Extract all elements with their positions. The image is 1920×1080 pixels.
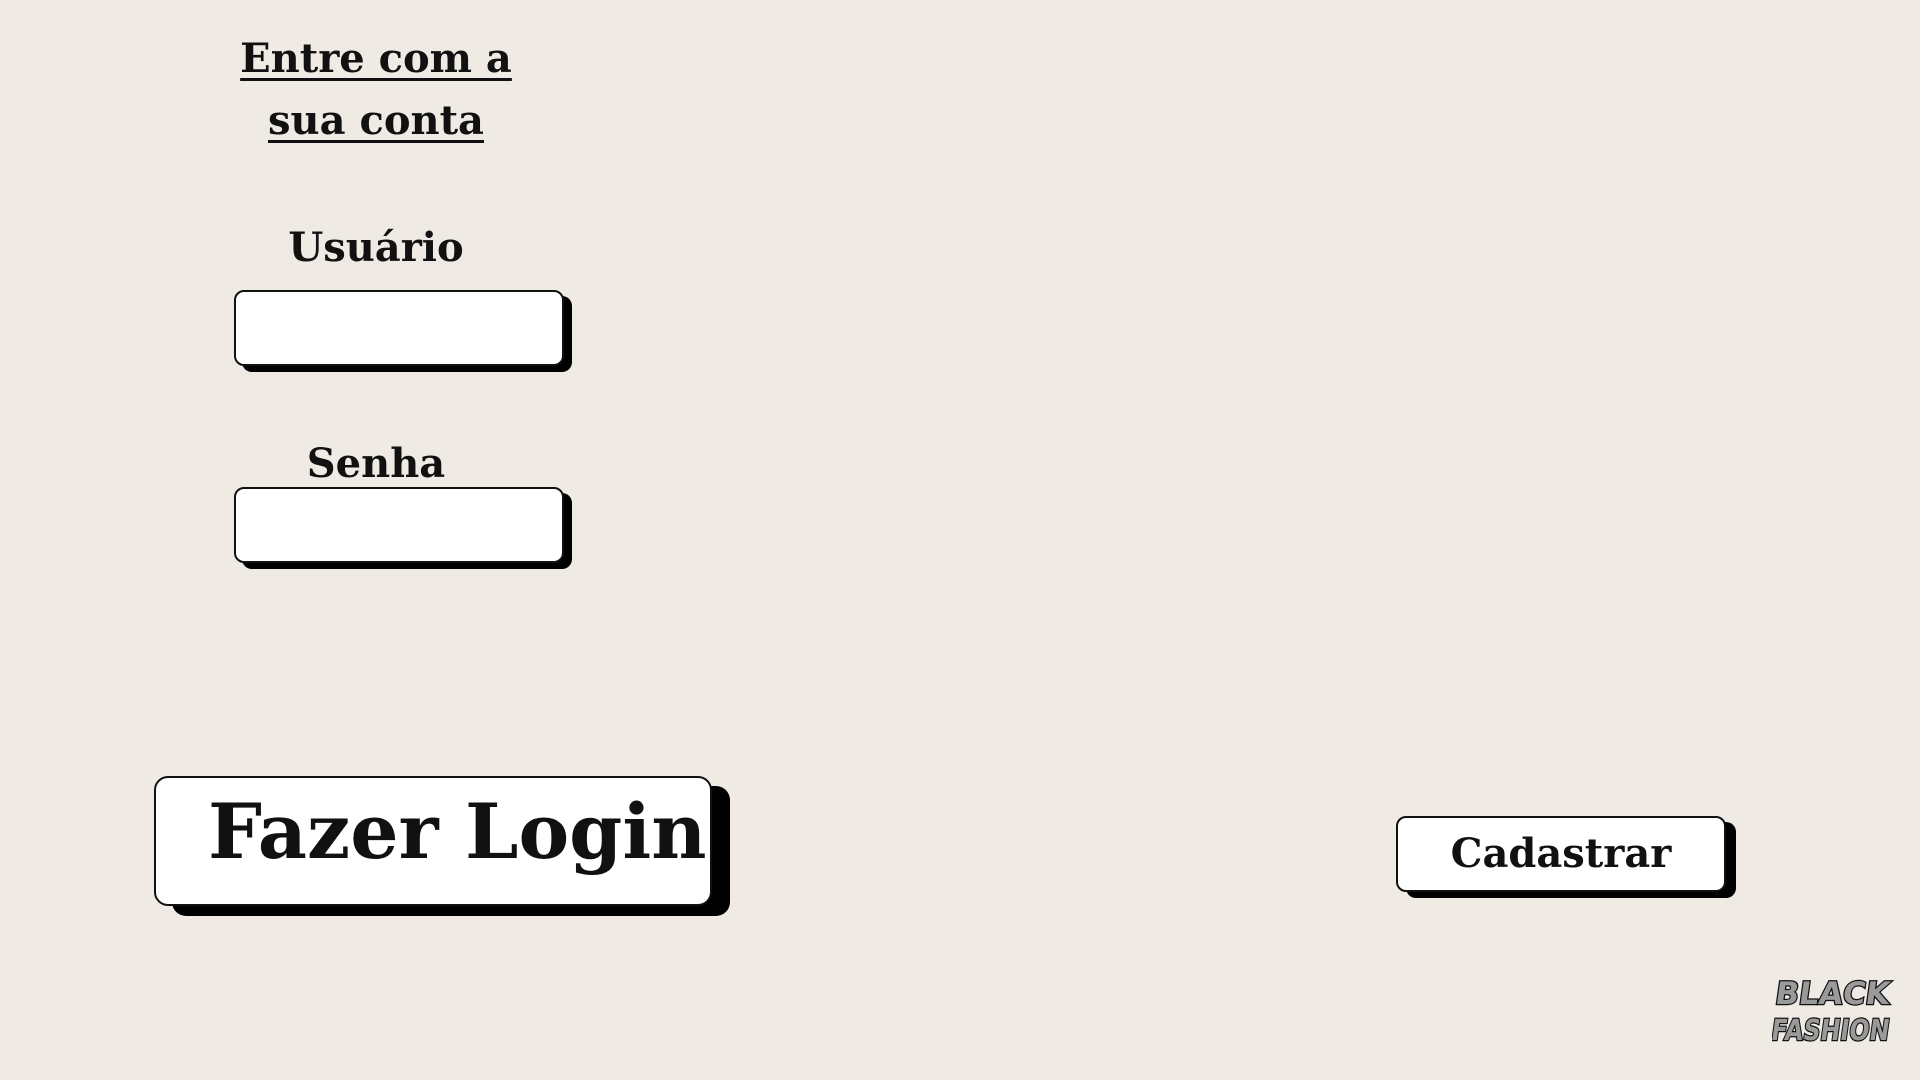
password-input[interactable]	[234, 487, 564, 563]
page-title: Entre com a sua conta	[240, 35, 512, 144]
username-label: Usuário	[288, 224, 464, 271]
username-input[interactable]	[234, 290, 564, 366]
logo-text-line2: FASHION	[1772, 1013, 1892, 1047]
login-button[interactable]: Fazer Login	[154, 776, 712, 906]
register-button[interactable]: Cadastrar	[1396, 816, 1726, 892]
brand-logo: BLACK FASHION	[1772, 970, 1902, 1050]
password-label: Senha	[306, 440, 446, 487]
logo-text-line1: BLACK	[1773, 976, 1894, 1012]
